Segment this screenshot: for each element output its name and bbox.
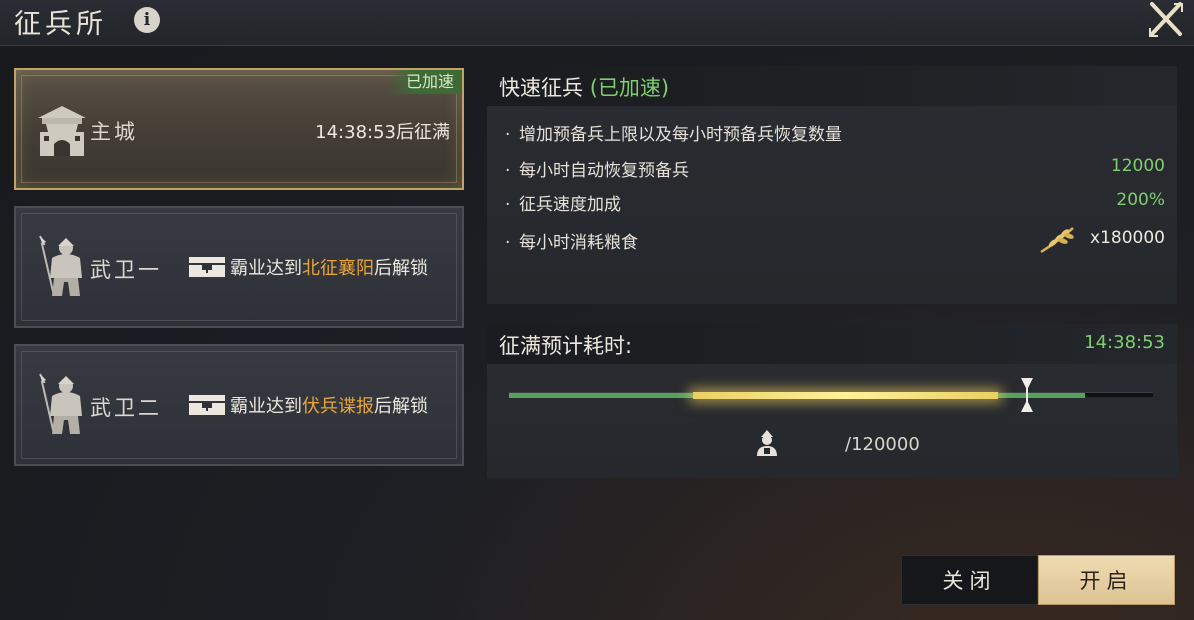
soldier-icon — [757, 430, 777, 456]
bullet: · — [505, 233, 511, 253]
bullet: · — [505, 161, 511, 181]
grain-icon — [1040, 227, 1074, 254]
unlock-suffix: 后解锁 — [374, 396, 428, 417]
row-value: 200% — [1116, 190, 1165, 210]
spearman-icon — [39, 373, 82, 435]
progress-marker-icon[interactable] — [1018, 376, 1036, 414]
card-name: 主城 — [90, 120, 138, 144]
speed-recruit-status: (已加速) — [589, 76, 670, 100]
speed-row-grain: · 每小时消耗粮食 x180000 — [505, 227, 1165, 256]
unlock-condition: 霸业达到 北征襄阳 后解锁 — [188, 254, 428, 280]
card-guard-2[interactable]: 武卫二 霸业达到 伏兵谍报 后解锁 — [14, 344, 464, 466]
row-label: 每小时消耗粮食 — [519, 233, 638, 253]
card-name: 武卫一 — [90, 258, 162, 282]
unlock-target: 北征襄阳 — [302, 258, 374, 279]
card-main-city[interactable]: 已加速 主城 14:38:53后征满 — [14, 68, 464, 190]
bullet: · — [505, 195, 511, 215]
unlock-target: 伏兵谍报 — [302, 396, 374, 417]
speed-recruit-panel: 快速征兵 (已加速) · 增加预备兵上限以及每小时预备兵恢复数量 · 每小时自动恢复… — [487, 66, 1177, 304]
estimate-panel: 征满预计耗时: 14:38:53 /120000 — [487, 324, 1177, 478]
row-value: 12000 — [1110, 156, 1165, 176]
bullet: · — [505, 125, 511, 145]
row-value: x180000 — [1090, 228, 1165, 248]
estimate-title: 征满预计耗时: — [499, 334, 633, 358]
progress-fill-gold — [692, 392, 999, 399]
speed-recruit-header: 快速征兵 (已加速) — [487, 66, 1177, 106]
card-guard-1[interactable]: 武卫一 霸业达到 北征襄阳 后解锁 — [14, 206, 464, 328]
reserve-count: /120000 — [845, 434, 920, 455]
info-icon[interactable]: i — [134, 7, 160, 33]
estimate-time: 14:38:53 — [1084, 332, 1165, 353]
card-timer: 14:38:53后征满 — [315, 122, 450, 143]
accelerated-badge: 已加速 — [387, 70, 462, 94]
speed-recruit-title-text: 快速征兵 — [499, 76, 583, 100]
open-button[interactable]: 开启 — [1038, 555, 1175, 605]
row-label: 每小时自动恢复预备兵 — [519, 161, 689, 181]
row-label: 征兵速度加成 — [519, 195, 621, 215]
unlock-prefix: 霸业达到 — [230, 396, 302, 417]
unlock-prefix: 霸业达到 — [230, 258, 302, 279]
unlock-condition: 霸业达到 伏兵谍报 后解锁 — [188, 392, 428, 418]
castle-icon — [38, 106, 86, 156]
spearman-icon — [39, 235, 82, 297]
close-button[interactable]: 关闭 — [901, 555, 1038, 605]
row-label: 增加预备兵上限以及每小时预备兵恢复数量 — [519, 125, 842, 145]
speed-row-description: · 增加预备兵上限以及每小时预备兵恢复数量 — [505, 120, 1165, 148]
speed-recruit-title: 快速征兵 (已加速) — [499, 72, 669, 102]
card-name: 武卫二 — [90, 396, 162, 420]
speed-row-bonus: · 征兵速度加成 200% — [505, 190, 1165, 218]
recruit-progress-bar[interactable] — [509, 392, 1153, 399]
close-icon[interactable] — [1146, 0, 1186, 40]
treasure-chest-icon — [189, 257, 225, 277]
speed-row-recovery: · 每小时自动恢复预备兵 12000 — [505, 156, 1165, 184]
page-title: 征兵所 — [14, 9, 107, 40]
header-bar: 征兵所 i — [0, 0, 1194, 46]
estimate-header: 征满预计耗时: 14:38:53 — [487, 324, 1177, 364]
action-buttons: 关闭 开启 — [901, 555, 1175, 605]
treasure-chest-icon — [189, 395, 225, 415]
unlock-suffix: 后解锁 — [374, 258, 428, 279]
